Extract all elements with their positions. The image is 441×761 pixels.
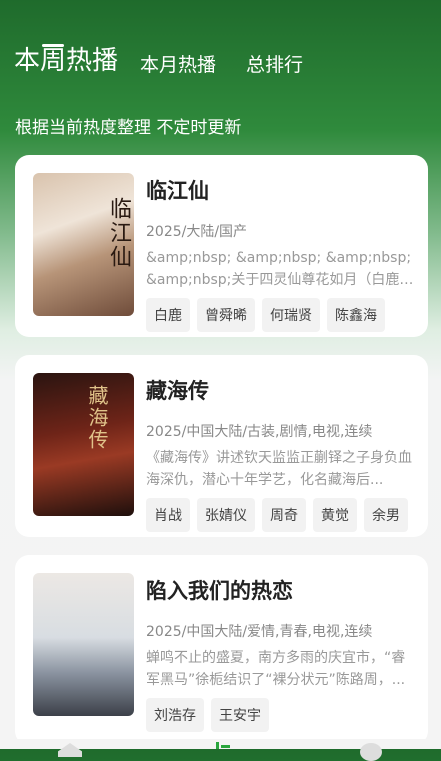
drama-meta: 2025/大陆/国产 [146, 224, 248, 240]
cast-chip[interactable]: 周奇 [262, 498, 306, 532]
drama-card[interactable]: 临江仙 临江仙 2025/大陆/国产 &amp;nbsp; &amp;nbsp;… [15, 155, 428, 337]
drama-meta: 2025/中国大陆/爱情,青春,电视,连续 [146, 624, 373, 640]
cast-chip[interactable]: 白鹿 [146, 298, 190, 332]
rank-icon[interactable] [216, 742, 230, 749]
drama-card[interactable]: 藏海传 藏海传 2025/中国大陆/古装,剧情,电视,连续 《藏海传》讲述钦天监… [15, 355, 428, 537]
tab-weekly[interactable]: 本周热播 [14, 40, 118, 77]
drama-card[interactable]: 陷入我们的热恋 2025/中国大陆/爱情,青春,电视,连续 蝉鸣不止的盛夏，南方… [15, 555, 428, 745]
cast-list: 肖战 张婧仪 周奇 黄觉 余男 [146, 498, 414, 532]
drama-description: 《藏海传》讲述钦天监监正蒯铎之子身负血海深仇，潜心十年学艺，化名藏海后... [146, 450, 412, 488]
poster-title-art: 临江仙 [106, 197, 131, 269]
drama-description: &amp;nbsp; &amp;nbsp; &amp;nbsp; &amp;nb… [146, 250, 412, 288]
drama-meta: 2025/中国大陆/古装,剧情,电视,连续 [146, 424, 373, 440]
page-subtitle: 根据当前热度整理 不定时更新 [15, 118, 242, 138]
drama-title: 藏海传 [146, 379, 209, 403]
drama-title: 临江仙 [146, 179, 209, 203]
cast-chip[interactable]: 陈鑫海 [327, 298, 385, 332]
drama-description: 蝉鸣不止的盛夏，南方多雨的庆宜市，“睿军黑马”徐栀结识了“裸分状元”陈路周，..… [146, 650, 406, 688]
cast-chip[interactable]: 余男 [364, 498, 408, 532]
drama-title: 陷入我们的热恋 [146, 579, 293, 603]
cast-list: 刘浩存 王安宇 [146, 698, 414, 732]
cast-chip[interactable]: 王安宇 [211, 698, 269, 732]
home-icon[interactable] [58, 743, 82, 757]
tab-monthly[interactable]: 本月热播 [140, 50, 216, 77]
cast-chip[interactable]: 黄觉 [313, 498, 357, 532]
active-tab-indicator [42, 44, 64, 47]
profile-icon[interactable] [360, 743, 382, 761]
cast-list: 白鹿 曾舜晞 何瑞贤 陈鑫海 [146, 298, 414, 332]
bottom-nav [0, 739, 441, 761]
drama-poster[interactable]: 临江仙 [33, 173, 134, 316]
cast-chip[interactable]: 张婧仪 [197, 498, 255, 532]
drama-poster[interactable]: 藏海传 [33, 373, 134, 516]
cast-chip[interactable]: 刘浩存 [146, 698, 204, 732]
tab-overall[interactable]: 总排行 [246, 50, 303, 77]
cast-chip[interactable]: 曾舜晞 [197, 298, 255, 332]
cast-chip[interactable]: 肖战 [146, 498, 190, 532]
poster-title-art: 藏海传 [85, 385, 109, 451]
poster-art-3 [33, 573, 134, 716]
cast-chip[interactable]: 何瑞贤 [262, 298, 320, 332]
drama-poster[interactable] [33, 573, 134, 716]
